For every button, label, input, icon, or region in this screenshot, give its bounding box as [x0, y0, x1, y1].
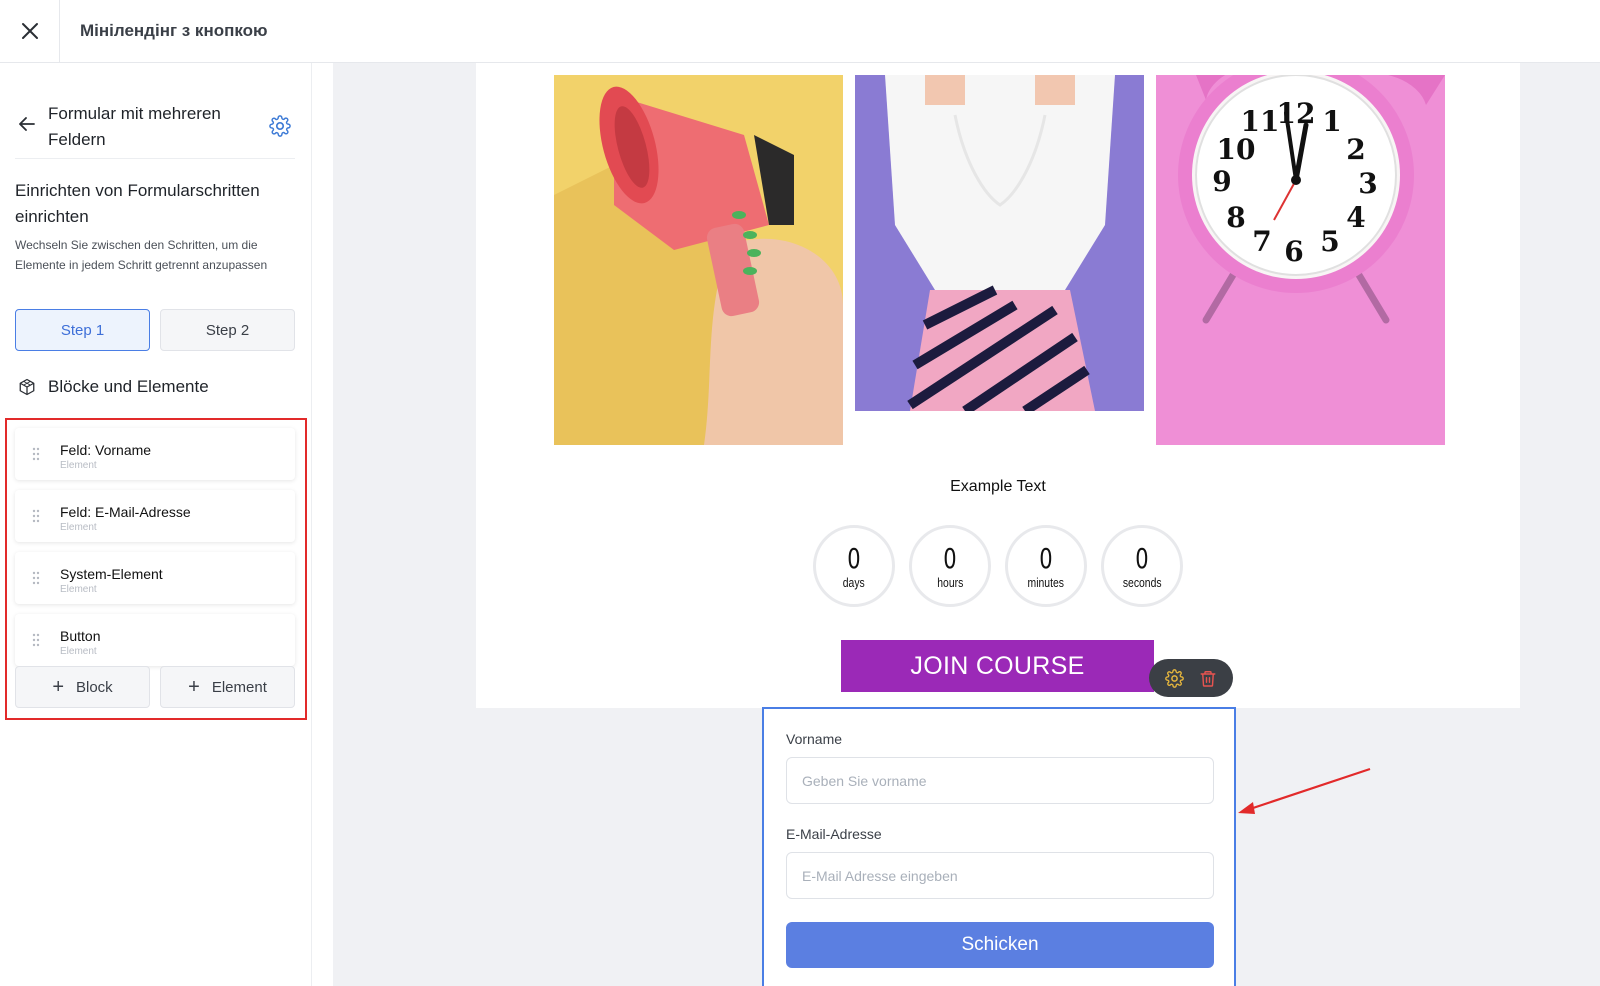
alarm-clock-image[interactable]: 12 1 2 3 4 5 6 7 8 9 10 11 — [1156, 75, 1445, 445]
blocks-elements-title: Blöcke und Elemente — [48, 377, 209, 396]
clock-number: 8 — [1226, 201, 1245, 234]
countdown-days: 0 days — [813, 525, 895, 607]
close-button[interactable] — [0, 0, 60, 62]
vorname-input[interactable] — [786, 757, 1214, 804]
megaphone-image[interactable] — [554, 75, 843, 445]
element-item-vorname[interactable]: Feld: Vorname Element — [15, 428, 295, 480]
countdown-value: 0 — [1039, 541, 1053, 575]
countdown-hours: 0 hours — [909, 525, 991, 607]
element-name: Feld: E-Mail-Adresse — [60, 504, 191, 520]
add-block-label: Block — [76, 678, 113, 696]
drag-handle-icon[interactable] — [32, 571, 40, 590]
sidebar: Formular mit mehreren Feldern Einrichten… — [0, 63, 312, 986]
element-settings-button[interactable] — [1164, 668, 1184, 688]
multi-field-form[interactable]: Vorname E-Mail-Adresse Schicken — [762, 707, 1236, 986]
page-title: Мінілендінг з кнопкою — [80, 21, 268, 40]
countdown-label: minutes — [1027, 574, 1065, 590]
clock-number: 1 — [1322, 105, 1341, 138]
element-name: System-Element — [60, 566, 163, 582]
element-toolbar — [1149, 659, 1233, 697]
email-label: E-Mail-Adresse — [786, 826, 882, 842]
email-input[interactable] — [786, 852, 1214, 899]
plus-icon: + — [52, 676, 64, 698]
add-element-button[interactable]: + Element — [160, 666, 295, 708]
form-steps-title: Einrichten von Formularschritten einrich… — [15, 181, 260, 226]
annotation-arrow — [1238, 767, 1371, 814]
join-course-button[interactable]: JOIN COURSE — [841, 640, 1154, 692]
drag-handle-icon[interactable] — [32, 633, 40, 652]
countdown-label: days — [843, 574, 865, 590]
form-steps-description: Wechseln Sie zwischen den Schritten, um … — [15, 238, 268, 272]
countdown-label: hours — [936, 574, 964, 590]
element-type: Element — [60, 584, 97, 595]
element-name: Feld: Vorname — [60, 442, 152, 458]
step-2-button[interactable]: Step 2 — [160, 309, 295, 351]
arrow-left-icon — [19, 117, 35, 131]
element-delete-button[interactable] — [1199, 669, 1217, 688]
clock-number: 11 — [1241, 105, 1280, 138]
fashion-image[interactable] — [855, 75, 1144, 411]
submit-button[interactable]: Schicken — [786, 922, 1214, 968]
clock-number: 7 — [1252, 225, 1271, 258]
clock-number: 3 — [1358, 167, 1377, 200]
clock-number: 9 — [1212, 165, 1231, 198]
settings-button[interactable] — [269, 115, 291, 142]
element-type: Element — [60, 460, 97, 471]
cube-icon — [19, 378, 35, 396]
countdown-seconds: 0 seconds — [1101, 525, 1183, 607]
trash-icon — [1200, 670, 1216, 687]
clock-number: 4 — [1346, 201, 1365, 234]
top-bar: Мінілендінг з кнопкою — [0, 0, 1600, 63]
countdown-value: 0 — [847, 541, 861, 575]
editor-canvas: 12 1 2 3 4 5 6 7 8 9 10 11 Example Text … — [333, 63, 1600, 986]
drag-handle-icon[interactable] — [32, 447, 40, 466]
element-type: Element — [60, 522, 97, 533]
sidebar-title: Formular mit mehreren Feldern — [48, 104, 221, 149]
countdown-label: seconds — [1122, 574, 1162, 590]
element-name: Button — [60, 628, 101, 644]
countdown-timer: 0 days 0 hours 0 minutes 0 seconds — [813, 525, 1183, 607]
step-1-button[interactable]: Step 1 — [15, 309, 150, 351]
countdown-minutes: 0 minutes — [1005, 525, 1087, 607]
add-block-button[interactable]: + Block — [15, 666, 150, 708]
clock-number: 6 — [1284, 235, 1303, 268]
vorname-label: Vorname — [786, 731, 843, 747]
sidebar-header: Formular mit mehreren Feldern — [15, 81, 295, 159]
close-icon — [21, 23, 38, 39]
element-type: Element — [60, 646, 97, 657]
clock-number: 2 — [1346, 133, 1365, 166]
back-button[interactable] — [19, 117, 35, 136]
countdown-value: 0 — [1135, 541, 1149, 575]
countdown-value: 0 — [943, 541, 957, 575]
clock-number: 5 — [1320, 225, 1339, 258]
clock-number: 12 — [1277, 97, 1316, 130]
add-element-label: Element — [211, 678, 267, 696]
blocks-elements-heading: Blöcke und Elemente — [18, 377, 209, 397]
example-text: Example Text — [950, 478, 1046, 495]
gear-icon — [269, 115, 291, 137]
landing-page-preview: 12 1 2 3 4 5 6 7 8 9 10 11 Example Text … — [476, 63, 1520, 708]
gear-icon — [1164, 668, 1184, 688]
drag-handle-icon[interactable] — [32, 509, 40, 528]
element-item-button[interactable]: Button Element — [15, 614, 295, 666]
image-gallery: 12 1 2 3 4 5 6 7 8 9 10 11 — [554, 75, 1445, 445]
element-item-email[interactable]: Feld: E-Mail-Adresse Element — [15, 490, 295, 542]
element-item-system[interactable]: System-Element Element — [15, 552, 295, 604]
plus-icon: + — [188, 676, 200, 698]
